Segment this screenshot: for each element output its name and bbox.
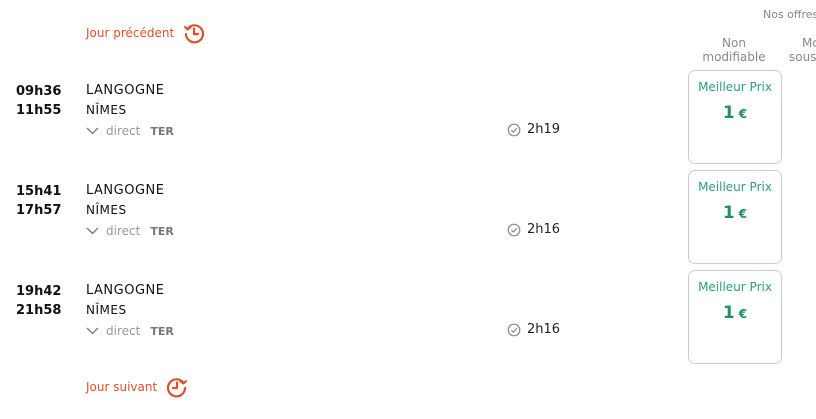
price-currency: € xyxy=(738,307,748,321)
previous-day-link[interactable]: Jour précédent xyxy=(86,22,205,44)
journey-times: 19h42 21h58 xyxy=(16,282,61,320)
price-label: Meilleur Prix xyxy=(698,280,772,294)
previous-day-label: Jour précédent xyxy=(86,26,175,40)
price-amount: 1 xyxy=(722,203,735,223)
price-value: 1 € xyxy=(689,203,781,223)
journey-details-toggle[interactable]: direct TER xyxy=(86,224,174,238)
price-amount: 1 xyxy=(722,103,735,123)
column-header-non-modifiable: Non modifiable xyxy=(688,36,780,64)
column-header-line: Mo xyxy=(802,36,816,50)
departure-time: 19h42 xyxy=(16,284,62,299)
chevron-down-icon xyxy=(86,227,99,235)
connection-type: direct xyxy=(106,124,141,138)
offers-title: Nos offres xyxy=(763,8,816,21)
clock-history-icon xyxy=(184,24,205,44)
journey-duration: 2h16 xyxy=(507,222,560,237)
origin-station: LANGOGNE xyxy=(86,183,165,198)
clock-check-icon xyxy=(507,323,521,336)
train-type: TER xyxy=(150,224,174,238)
column-header-line: Non xyxy=(722,36,746,50)
duration-value: 2h19 xyxy=(527,122,561,137)
price-amount: 1 xyxy=(722,303,735,323)
duration-value: 2h16 xyxy=(527,322,561,337)
journey-details-toggle[interactable]: direct TER xyxy=(86,324,174,338)
journey-times: 09h36 11h55 xyxy=(16,82,61,120)
train-type: TER xyxy=(150,124,174,138)
destination-station: NÎMES xyxy=(86,203,127,217)
arrival-time: 21h58 xyxy=(16,303,62,318)
clock-check-icon xyxy=(507,123,521,136)
destination-station: NÎMES xyxy=(86,303,127,317)
departure-time: 09h36 xyxy=(16,84,62,99)
origin-station: LANGOGNE xyxy=(86,83,165,98)
column-header-line: sous xyxy=(789,50,816,64)
journey-duration: 2h16 xyxy=(507,322,560,337)
arrival-time: 17h57 xyxy=(16,203,62,218)
departure-time: 15h41 xyxy=(16,184,62,199)
price-card[interactable]: Meilleur Prix 1 € xyxy=(688,70,782,164)
duration-value: 2h16 xyxy=(527,222,561,237)
price-label: Meilleur Prix xyxy=(698,180,772,194)
chevron-down-icon xyxy=(86,327,99,335)
price-label: Meilleur Prix xyxy=(698,80,772,94)
destination-station: NÎMES xyxy=(86,103,127,117)
next-day-link[interactable]: Jour suivant xyxy=(86,376,188,398)
journey-duration: 2h19 xyxy=(507,122,560,137)
connection-type: direct xyxy=(106,224,141,238)
price-value: 1 € xyxy=(689,303,781,323)
journey-details-toggle[interactable]: direct TER xyxy=(86,124,174,138)
price-card[interactable]: Meilleur Prix 1 € xyxy=(688,170,782,264)
clock-history-icon xyxy=(167,378,188,398)
price-value: 1 € xyxy=(689,103,781,123)
chevron-down-icon xyxy=(86,127,99,135)
origin-station: LANGOGNE xyxy=(86,283,165,298)
column-header-line: modifiable xyxy=(702,50,766,64)
price-currency: € xyxy=(738,207,748,221)
column-header-modifiable: Mo sous xyxy=(789,36,816,64)
price-card[interactable]: Meilleur Prix 1 € xyxy=(688,270,782,364)
connection-type: direct xyxy=(106,324,141,338)
clock-check-icon xyxy=(507,223,521,236)
arrival-time: 11h55 xyxy=(16,103,62,118)
journey-times: 15h41 17h57 xyxy=(16,182,61,220)
train-type: TER xyxy=(150,324,174,338)
price-currency: € xyxy=(738,107,748,121)
next-day-label: Jour suivant xyxy=(86,380,158,394)
